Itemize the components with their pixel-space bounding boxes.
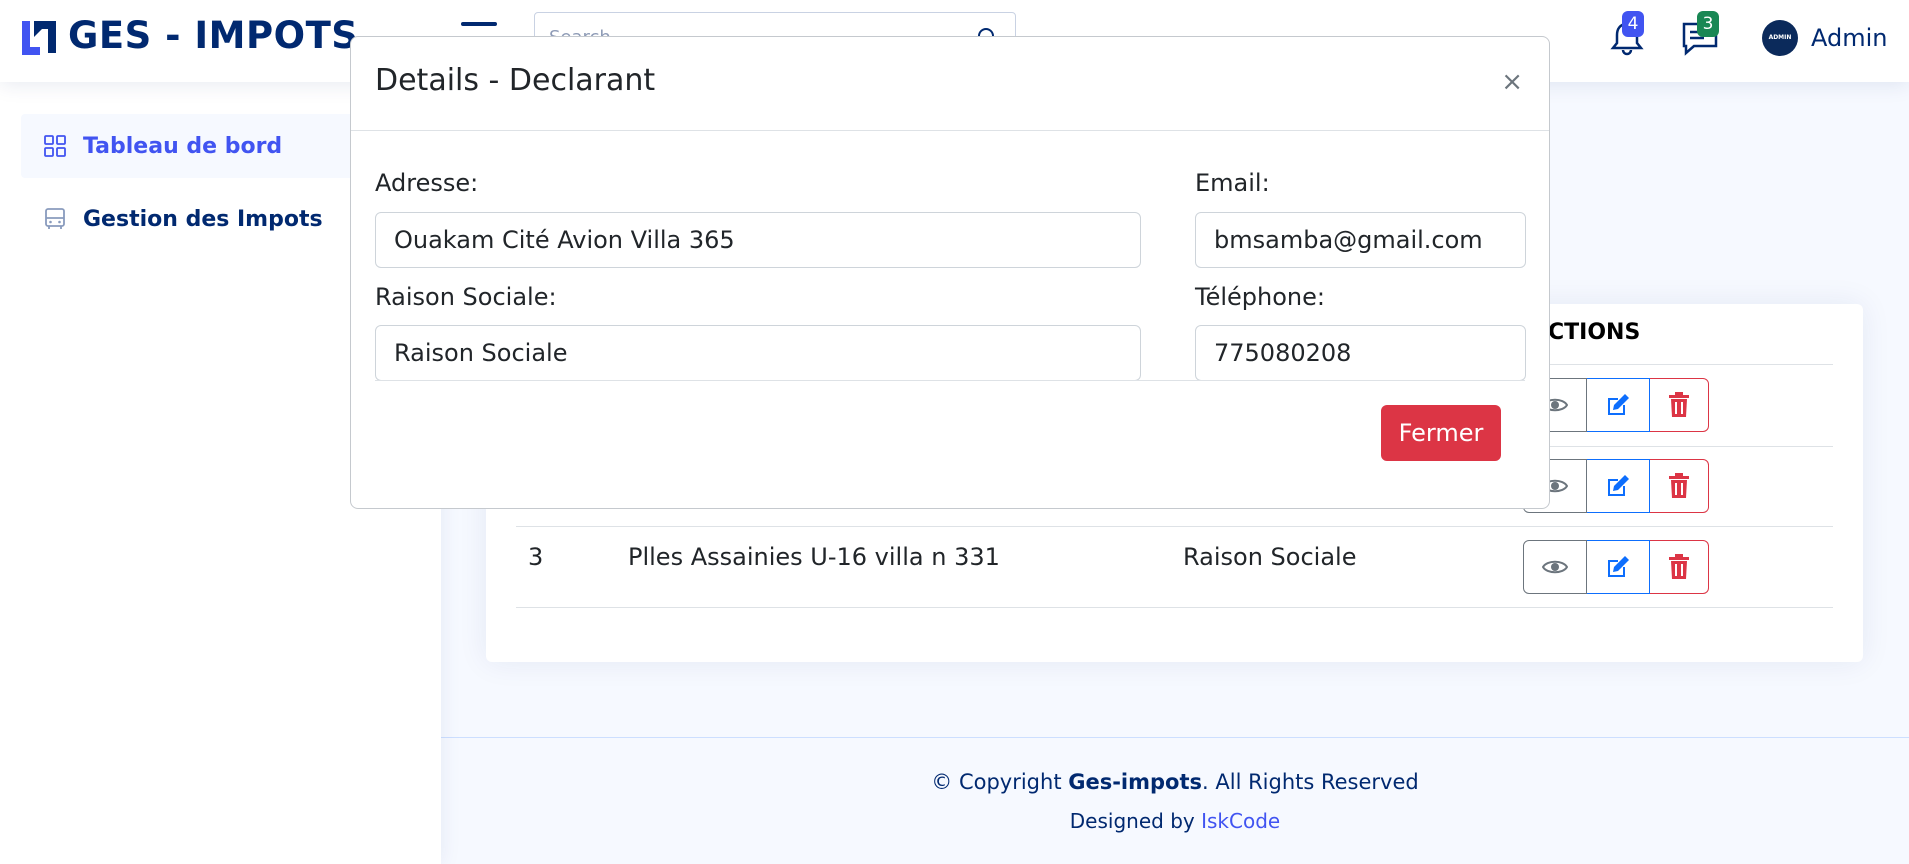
edit-icon	[1608, 394, 1629, 415]
close-icon[interactable]: ×	[1501, 67, 1523, 97]
trash-icon	[1669, 392, 1689, 417]
fermer-button[interactable]: Fermer	[1381, 405, 1501, 461]
footer-copyright: © Copyright Ges-impots. All Rights Reser…	[441, 770, 1909, 794]
footer-divider	[441, 737, 1909, 738]
notifications-badge: 4	[1622, 11, 1644, 37]
sidebar-toggle-icon[interactable]	[461, 22, 497, 26]
eye-icon	[1542, 560, 1568, 574]
user-name[interactable]: Admin	[1811, 24, 1888, 52]
table-cell-adresse: Plles Assainies U-16 villa n 331	[628, 543, 1000, 571]
grid-icon	[44, 135, 66, 157]
row-divider	[516, 526, 1833, 527]
row-actions	[1523, 540, 1709, 594]
logo-text: GES - IMPOTS	[68, 14, 359, 57]
modal-title: Details - Declarant	[375, 63, 656, 98]
bus-icon	[45, 208, 65, 229]
email-label: Email:	[1195, 169, 1270, 197]
table-cell-raison-sociale: Raison Sociale	[1183, 543, 1357, 571]
messages-badge: 3	[1697, 11, 1719, 37]
trash-icon	[1669, 554, 1689, 579]
raison-sociale-field[interactable]: Raison Sociale	[375, 325, 1141, 381]
delete-button[interactable]	[1650, 459, 1709, 513]
row-actions	[1523, 378, 1709, 432]
footer-brand: Ges-impots	[1068, 770, 1203, 794]
edit-button[interactable]	[1587, 540, 1650, 594]
edit-button[interactable]	[1587, 459, 1650, 513]
row-divider	[516, 607, 1833, 608]
avatar[interactable]: ADMIN	[1762, 20, 1798, 56]
sidebar-item-label: Gestion des Impots	[83, 206, 323, 232]
telephone-field[interactable]: 775080208	[1195, 325, 1526, 381]
trash-icon	[1669, 473, 1689, 498]
modal-header-divider	[351, 130, 1549, 131]
edit-icon	[1608, 475, 1629, 496]
edit-icon	[1608, 556, 1629, 577]
table-cell-id: 3	[528, 543, 544, 571]
footer-credits: Designed by IskCode	[441, 809, 1909, 833]
row-actions	[1523, 459, 1709, 513]
designer-link[interactable]: IskCode	[1201, 809, 1280, 833]
details-modal: Details - Declarant × Adresse: Ouakam Ci…	[350, 36, 1550, 509]
logo-icon	[22, 20, 56, 55]
view-button[interactable]	[1523, 540, 1587, 594]
copyright-prefix: © Copyright	[931, 770, 1069, 794]
table-header-actions: CTIONS	[1548, 320, 1641, 345]
delete-button[interactable]	[1650, 540, 1709, 594]
adresse-field[interactable]: Ouakam Cité Avion Villa 365	[375, 212, 1141, 268]
copyright-suffix: . All Rights Reserved	[1202, 770, 1419, 794]
sidebar-item-label: Tableau de bord	[83, 133, 283, 159]
modal-footer-divider	[375, 380, 1525, 381]
designed-by-label: Designed by	[1069, 809, 1202, 833]
edit-button[interactable]	[1587, 378, 1650, 432]
delete-button[interactable]	[1650, 378, 1709, 432]
logo[interactable]: GES - IMPOTS	[20, 14, 358, 57]
telephone-label: Téléphone:	[1195, 283, 1325, 311]
email-field[interactable]: bmsamba@gmail.com	[1195, 212, 1526, 268]
raison-sociale-label: Raison Sociale:	[375, 283, 557, 311]
adresse-label: Adresse:	[375, 169, 479, 197]
